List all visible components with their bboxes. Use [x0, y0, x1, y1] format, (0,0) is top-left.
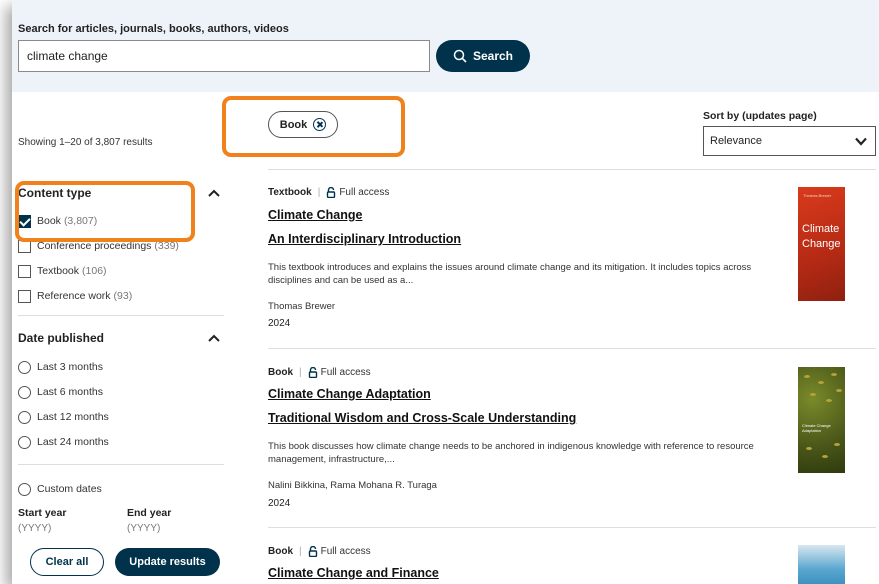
open-lock-icon — [308, 546, 317, 557]
content-type-label: Book — [268, 546, 293, 557]
result-description: This textbook introduces and explains th… — [268, 262, 752, 286]
search-input[interactable] — [18, 40, 430, 72]
date-option-6-months[interactable]: Last 6 months — [18, 385, 103, 399]
cover-title-text: Climate — [802, 223, 840, 235]
sort-select[interactable]: Relevance — [703, 126, 876, 156]
active-filter-chip[interactable]: Book — [268, 111, 338, 138]
search-results-page: Search for articles, journals, books, au… — [12, 0, 879, 584]
result-title-link[interactable]: Climate Change and Finance — [268, 566, 439, 580]
result-authors: Nalini Bikkina, Rama Mohana R. Turaga — [268, 480, 437, 491]
date-option-label: Last 6 months — [37, 386, 103, 398]
date-option-label: Last 3 months — [37, 361, 103, 373]
access-label: Full access — [320, 546, 371, 557]
result-subtitle-link[interactable]: An Interdisciplinary Introduction — [268, 232, 461, 246]
result-type-row: Book | Full access — [268, 546, 371, 557]
search-label: Search for articles, journals, books, au… — [18, 23, 289, 35]
date-option-24-months[interactable]: Last 24 months — [18, 435, 109, 449]
radio-3-months[interactable] — [18, 360, 31, 374]
filter-label: Reference work — [37, 290, 111, 302]
open-lock-icon — [308, 367, 317, 378]
date-option-12-months[interactable]: Last 12 months — [18, 410, 109, 424]
search-header: Search for articles, journals, books, au… — [12, 0, 879, 92]
start-year-label: Start year — [18, 507, 67, 519]
checkbox-reference-work[interactable] — [18, 289, 31, 303]
result-authors: Thomas Brewer — [268, 301, 336, 312]
date-option-label: Last 24 months — [37, 436, 109, 448]
radio-12-months[interactable] — [18, 410, 31, 424]
date-option-custom[interactable]: Custom dates — [18, 482, 102, 496]
book-cover-image[interactable]: Climate Change Adaptation — [798, 367, 845, 473]
update-results-button[interactable]: Update results — [115, 548, 220, 576]
date-option-label: Custom dates — [37, 483, 102, 495]
divider — [268, 348, 876, 349]
search-button[interactable]: Search — [436, 40, 530, 72]
cover-title-text: Climate Change Adaptation — [802, 423, 831, 433]
access-badge: Full access — [308, 367, 371, 378]
search-icon — [453, 49, 467, 63]
result-description: This book discusses how climate change n… — [268, 441, 754, 465]
filter-count: (93) — [113, 290, 133, 302]
date-option-label: Last 12 months — [37, 411, 109, 423]
remove-filter-icon[interactable] — [313, 118, 327, 131]
book-cover-image[interactable] — [798, 545, 845, 584]
open-lock-icon — [327, 187, 336, 198]
result-type-row: Book | Full access — [268, 367, 371, 378]
divider — [268, 527, 876, 528]
access-label: Full access — [320, 367, 371, 378]
book-cover-image[interactable]: Thomas Brewer Climate Change — [798, 187, 845, 301]
search-button-label: Search — [472, 49, 514, 63]
result-year: 2024 — [268, 498, 291, 509]
chevron-up-icon[interactable] — [208, 334, 220, 342]
access-badge: Full access — [308, 546, 371, 557]
result-year: 2024 — [268, 318, 291, 329]
clear-all-button[interactable]: Clear all — [30, 548, 104, 576]
end-year-label: End year — [127, 507, 172, 519]
chevron-down-icon — [855, 137, 867, 146]
result-title-link[interactable]: Climate Change — [268, 208, 362, 222]
date-published-title: Date published — [18, 331, 105, 345]
cover-title-text: Change — [802, 238, 841, 250]
divider — [18, 464, 224, 465]
results-count: Showing 1–20 of 3,807 results — [18, 137, 153, 148]
divider — [18, 315, 224, 316]
result-subtitle-link[interactable]: Traditional Wisdom and Cross-Scale Under… — [268, 411, 576, 425]
divider — [268, 169, 876, 170]
start-year-input[interactable]: (YYYY) — [18, 523, 51, 534]
date-option-3-months[interactable]: Last 3 months — [18, 360, 103, 374]
chip-label: Book — [279, 118, 308, 131]
cover-author-text: Thomas Brewer — [803, 193, 832, 198]
checkbox-textbook[interactable] — [18, 264, 31, 278]
access-label: Full access — [339, 187, 390, 198]
sort-value: Relevance — [710, 135, 762, 147]
filter-label: Textbook — [37, 265, 80, 277]
chevron-up-icon[interactable] — [208, 189, 220, 197]
result-title-link[interactable]: Climate Change Adaptation — [268, 387, 431, 401]
end-year-input[interactable]: (YYYY) — [127, 523, 160, 534]
radio-6-months[interactable] — [18, 385, 31, 399]
filter-reference-work[interactable]: Reference work (93) — [18, 289, 132, 303]
radio-24-months[interactable] — [18, 435, 31, 449]
highlight-box-content-type — [15, 181, 195, 242]
radio-custom-dates[interactable] — [18, 482, 31, 496]
access-badge: Full access — [326, 187, 389, 198]
sort-label: Sort by (updates page) — [703, 110, 817, 122]
filter-count: (106) — [82, 265, 107, 277]
filter-textbook[interactable]: Textbook (106) — [18, 264, 107, 278]
content-type-label: Textbook — [268, 187, 312, 198]
result-type-row: Textbook | Full access — [268, 187, 390, 198]
content-type-label: Book — [268, 367, 293, 378]
